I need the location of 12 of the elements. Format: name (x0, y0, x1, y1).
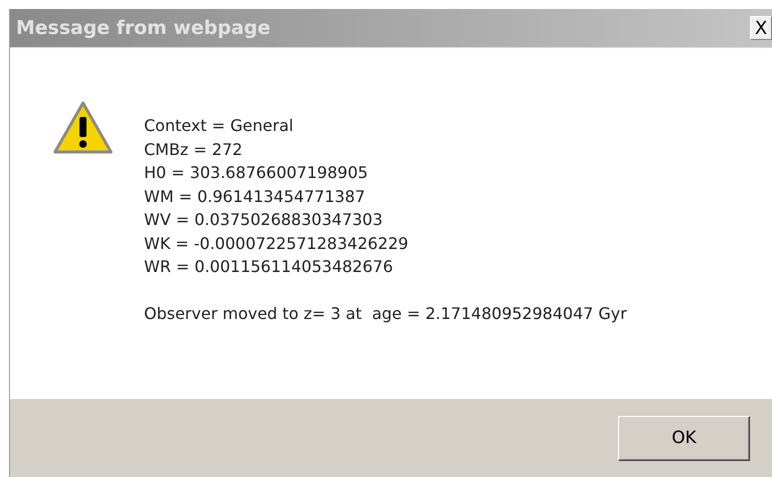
warning-icon (52, 100, 114, 156)
message-line: WK = -0.0000722571283426229 (144, 232, 410, 254)
message-line: WM = 0.961413454771387 (144, 186, 366, 208)
message-line: CMBz = 272 (144, 138, 244, 160)
ok-button[interactable]: OK (618, 416, 750, 460)
message-line: Context = General (144, 115, 294, 137)
message-line: Observer moved to z= 3 at age = 2.171480952984047 Gyr (144, 302, 627, 324)
window-title: Message from webpage (16, 17, 270, 39)
message-line: WR = 0.001156114053482676 (144, 256, 394, 278)
message-line: WV = 0.03750268830347303 (144, 209, 384, 231)
message-line: H0 = 303.68766007198905 (144, 162, 369, 184)
close-button[interactable]: X (750, 16, 772, 40)
